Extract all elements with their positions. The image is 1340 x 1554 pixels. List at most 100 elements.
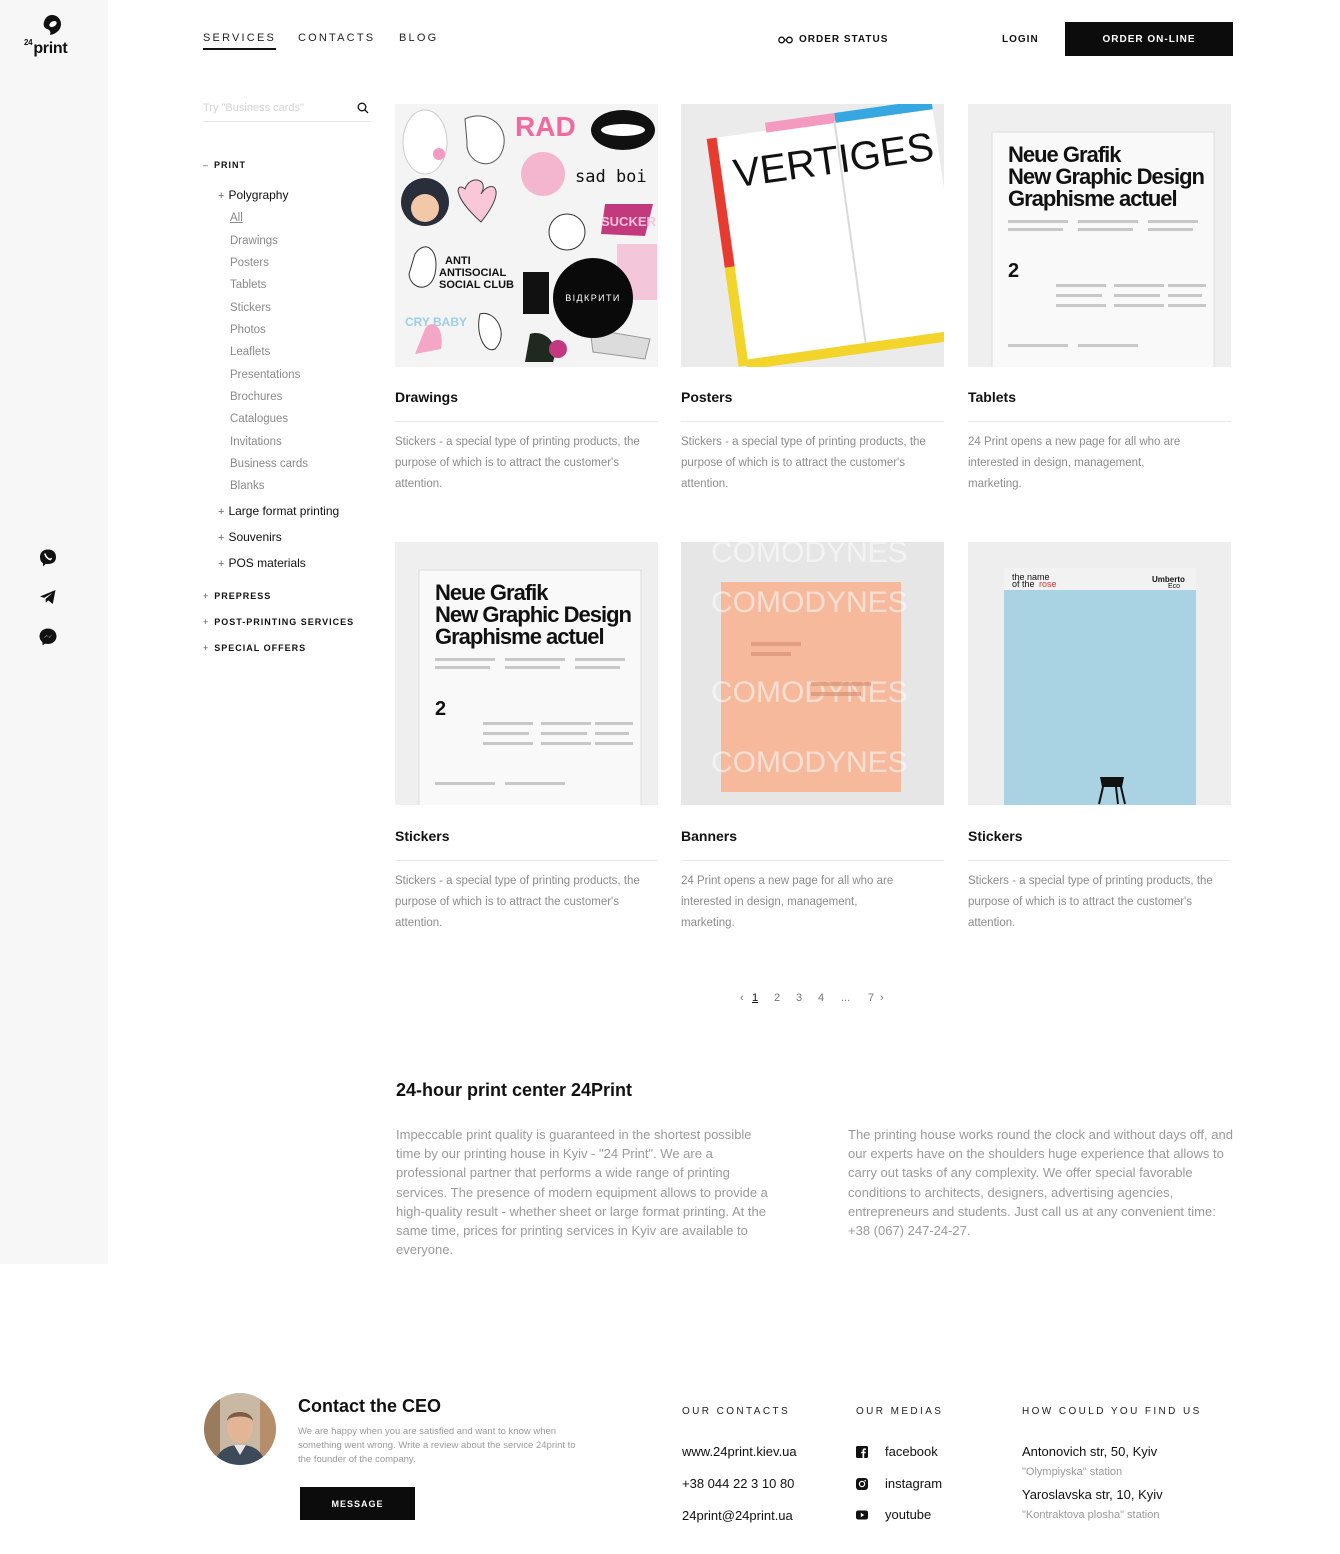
card-image-stickers-1[interactable]: Neue Grafik New Graphic Design Graphisme…: [395, 542, 658, 805]
sidebar-item-business-cards[interactable]: Business cards: [230, 458, 308, 470]
about-phone[interactable]: +38 (067) 247-24-27.: [848, 1223, 971, 1238]
footer-station: "Kontraktova plosha" station: [1022, 1509, 1160, 1521]
sidebar-special-offers[interactable]: + SPECIAL OFFERS: [203, 643, 306, 653]
sidebar-item-tablets[interactable]: Tablets: [230, 279, 266, 291]
ceo-title: Contact the CEO: [298, 1396, 442, 1416]
sidebar-souvenirs[interactable]: + Souvenirs: [218, 530, 282, 544]
footer-station: "Olympiyska" station: [1022, 1466, 1123, 1478]
card-description: Stickers - a special type of printing pr…: [395, 875, 640, 929]
book-issue-number: 2: [1008, 260, 1019, 282]
nav-contacts[interactable]: CONTACTS: [298, 32, 375, 44]
card-image-tablets[interactable]: Neue Grafik New Graphic Design Graphisme…: [968, 104, 1231, 367]
message-button[interactable]: MESSAGE: [300, 1487, 415, 1520]
svg-text:ANTISOCIAL: ANTISOCIAL: [439, 267, 507, 279]
svg-text:sad boi: sad boi: [575, 167, 647, 187]
sidebar-item-leaflets[interactable]: Leaflets: [230, 346, 270, 358]
card-description: Stickers - a special type of printing pr…: [681, 436, 926, 490]
search-box: [203, 98, 371, 122]
footer-email-link[interactable]: 24print@24print.ua: [682, 1508, 793, 1523]
nav-blog[interactable]: BLOG: [399, 32, 438, 44]
logo[interactable]: 24print: [24, 14, 80, 64]
about-title: 24-hour print center 24Print: [396, 1080, 633, 1100]
footer-address[interactable]: Yaroslavska str, 10, Kyiv: [1022, 1487, 1163, 1502]
card-description: 24 Print opens a new page for all who ar…: [681, 875, 894, 929]
sidebar-print[interactable]: – PRINT: [203, 160, 246, 170]
footer-contacts-heading: OUR CONTACTS: [682, 1406, 791, 1417]
footer-phone-link[interactable]: +38 044 22 3 10 80: [682, 1476, 794, 1491]
order-status-label: ORDER STATUS: [799, 34, 889, 45]
svg-text:Graphisme actuel: Graphisme actuel: [1008, 186, 1177, 211]
card-description: Stickers - a special type of printing pr…: [395, 436, 640, 490]
footer-address[interactable]: Antonovich str, 50, Kyiv: [1022, 1444, 1157, 1459]
sidebar-item-invitations[interactable]: Invitations: [230, 436, 282, 448]
divider: [395, 860, 658, 861]
about-text-right: The printing house works round the clock…: [848, 1127, 1233, 1239]
instagram-link[interactable]: instagram: [856, 1476, 942, 1491]
poster-image: VERTIGES: [681, 104, 944, 367]
svg-text:COMODYNES: COMODYNES: [711, 676, 908, 709]
pagination-next[interactable]: ›: [880, 992, 884, 1004]
card-title[interactable]: Posters: [681, 389, 732, 405]
card-title[interactable]: Stickers: [395, 828, 449, 844]
card-image-banners[interactable]: COMODYNES COMODYNES COMODYNES COMODYNES: [681, 542, 944, 805]
sidebar-item-stickers[interactable]: Stickers: [230, 302, 271, 314]
order-status-link[interactable]: ORDER STATUS: [778, 34, 888, 45]
svg-text:SOCIAL CLUB: SOCIAL CLUB: [439, 279, 514, 291]
order-online-button[interactable]: ORDER ON-LINE: [1065, 22, 1233, 56]
card-image-posters[interactable]: VERTIGES: [681, 104, 944, 367]
book-cover-image: Neue Grafik New Graphic Design Graphisme…: [395, 542, 658, 805]
nav-services[interactable]: SERVICES: [203, 32, 277, 50]
pagination-page[interactable]: 3: [796, 992, 802, 1004]
pagination-page[interactable]: 7: [868, 992, 874, 1004]
facebook-icon: [856, 1445, 868, 1458]
pagination-prev[interactable]: ‹: [740, 992, 744, 1004]
divider: [968, 421, 1231, 422]
login-link[interactable]: LOGIN: [1002, 34, 1039, 45]
open-button[interactable]: ВІДКРИТИ: [553, 258, 633, 338]
footer-site-link[interactable]: www.24print.kiev.ua: [682, 1444, 797, 1459]
book-issue-number: 2: [435, 698, 446, 720]
card-title[interactable]: Banners: [681, 828, 737, 844]
logo-mark-icon: [43, 15, 61, 35]
card-title[interactable]: Drawings: [395, 389, 458, 405]
youtube-link[interactable]: youtube: [856, 1507, 931, 1522]
viber-icon[interactable]: [38, 548, 58, 568]
search-icon[interactable]: [357, 102, 369, 114]
sidebar-pos[interactable]: + POS materials: [218, 556, 306, 570]
sidebar-item-brochures[interactable]: Brochures: [230, 391, 282, 403]
card-title[interactable]: Tablets: [968, 389, 1016, 405]
telegram-icon[interactable]: [38, 587, 58, 607]
glasses-icon: [778, 36, 793, 43]
card-image-stickers-2[interactable]: the name of the rose Umberto Eco: [968, 542, 1231, 805]
banner-lettering: COMODYNES: [711, 746, 908, 779]
sidebar-item-posters[interactable]: Posters: [230, 257, 269, 269]
avatar-photo: [204, 1393, 276, 1465]
sidebar-large-format[interactable]: + Large format printing: [218, 504, 339, 518]
sidebar-item-presentations[interactable]: Presentations: [230, 369, 300, 381]
instagram-icon: [856, 1477, 868, 1490]
about-text-left: Impeccable print quality is guaranteed i…: [396, 1127, 768, 1258]
sidebar-item-catalogues[interactable]: Catalogues: [230, 413, 288, 425]
divider: [968, 860, 1231, 861]
sidebar-item-drawings[interactable]: Drawings: [230, 235, 278, 247]
pagination-page[interactable]: 2: [774, 992, 780, 1004]
sidebar-item-blanks[interactable]: Blanks: [230, 480, 265, 492]
pagination-page[interactable]: 4: [818, 992, 824, 1004]
sidebar-post-printing[interactable]: + POST-PRINTING SERVICES: [203, 617, 354, 627]
svg-text:SUCKER: SUCKER: [601, 214, 657, 229]
pagination-page[interactable]: 1: [752, 992, 758, 1004]
card-title[interactable]: Stickers: [968, 828, 1022, 844]
sidebar-item-photos[interactable]: Photos: [230, 324, 266, 336]
messenger-icon[interactable]: [38, 627, 58, 647]
card-description: Stickers - a special type of printing pr…: [968, 875, 1213, 929]
card-description: 24 Print opens a new page for all who ar…: [968, 436, 1181, 490]
sidebar-prepress[interactable]: + PREPRESS: [203, 591, 271, 601]
sidebar-polygraphy[interactable]: + Polygraphy: [218, 188, 288, 202]
sidebar-item-all[interactable]: All: [230, 212, 243, 224]
divider: [681, 421, 944, 422]
book-cover-image: Neue Grafik New Graphic Design Graphisme…: [968, 104, 1231, 367]
svg-text:Eco: Eco: [1168, 583, 1180, 590]
svg-text:Graphisme actuel: Graphisme actuel: [435, 624, 604, 649]
facebook-link[interactable]: facebook: [856, 1444, 938, 1459]
search-input[interactable]: [203, 102, 343, 114]
